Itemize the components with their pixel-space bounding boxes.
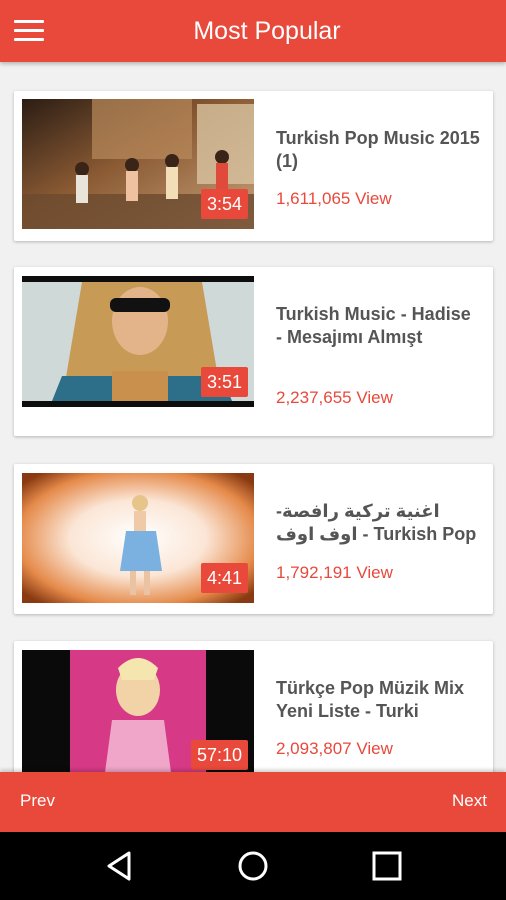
video-view-count: 2,237,655 View: [276, 388, 393, 407]
video-duration-badge: 4:41: [200, 563, 248, 593]
video-thumbnail[interactable]: 3:54: [22, 99, 254, 229]
video-view-count: 1,792,191 View: [276, 563, 393, 582]
video-title[interactable]: Türkçe Pop Müzik Mix Yeni Liste - Turki: [276, 677, 481, 723]
video-card[interactable]: 3:51 Turkish Music - Hadise - Mesajımı A…: [14, 267, 493, 436]
video-duration-badge: 57:10: [190, 740, 248, 770]
recents-square-icon[interactable]: [369, 848, 405, 884]
video-duration-badge: 3:54: [200, 189, 248, 219]
video-info: Turkish Music - Hadise - Mesajımı Almışt…: [276, 267, 481, 436]
video-title[interactable]: Turkish Music - Hadise - Mesajımı Almışt: [276, 303, 481, 349]
page-title: Most Popular: [193, 17, 341, 45]
video-info: اغنية تركية رافصة- اوف اوف - Turkish Pop…: [276, 464, 481, 614]
video-thumbnail[interactable]: 4:41: [22, 473, 254, 603]
prev-button[interactable]: Prev: [20, 772, 55, 830]
video-thumbnail[interactable]: 57:10: [22, 650, 254, 772]
video-list[interactable]: 3:54 Turkish Pop Music 2015 (1) 1,611,06…: [0, 62, 506, 772]
system-nav-bar: [0, 832, 506, 900]
video-duration-badge: 3:51: [200, 367, 248, 397]
video-info: Turkish Pop Music 2015 (1) 1,611,065 Vie…: [276, 91, 481, 241]
video-card[interactable]: 57:10 Türkçe Pop Müzik Mix Yeni Liste - …: [14, 641, 493, 772]
next-button[interactable]: Next: [452, 772, 487, 830]
video-info: Türkçe Pop Müzik Mix Yeni Liste - Turki …: [276, 641, 481, 772]
home-circle-icon[interactable]: [235, 848, 271, 884]
video-thumbnail[interactable]: 3:51: [22, 276, 254, 407]
app-bar: Most Popular: [0, 0, 506, 62]
video-title[interactable]: Turkish Pop Music 2015 (1): [276, 127, 481, 173]
back-triangle-icon[interactable]: [101, 848, 137, 884]
video-view-count: 2,093,807 View: [276, 739, 393, 758]
video-card[interactable]: 4:41 اغنية تركية رافصة- اوف اوف - Turkis…: [14, 464, 493, 614]
video-view-count: 1,611,065 View: [276, 189, 392, 208]
video-card[interactable]: 3:54 Turkish Pop Music 2015 (1) 1,611,06…: [14, 91, 493, 241]
pagination-bar: Prev Next: [0, 772, 506, 832]
video-title[interactable]: اغنية تركية رافصة- اوف اوف - Turkish Pop: [276, 500, 481, 546]
